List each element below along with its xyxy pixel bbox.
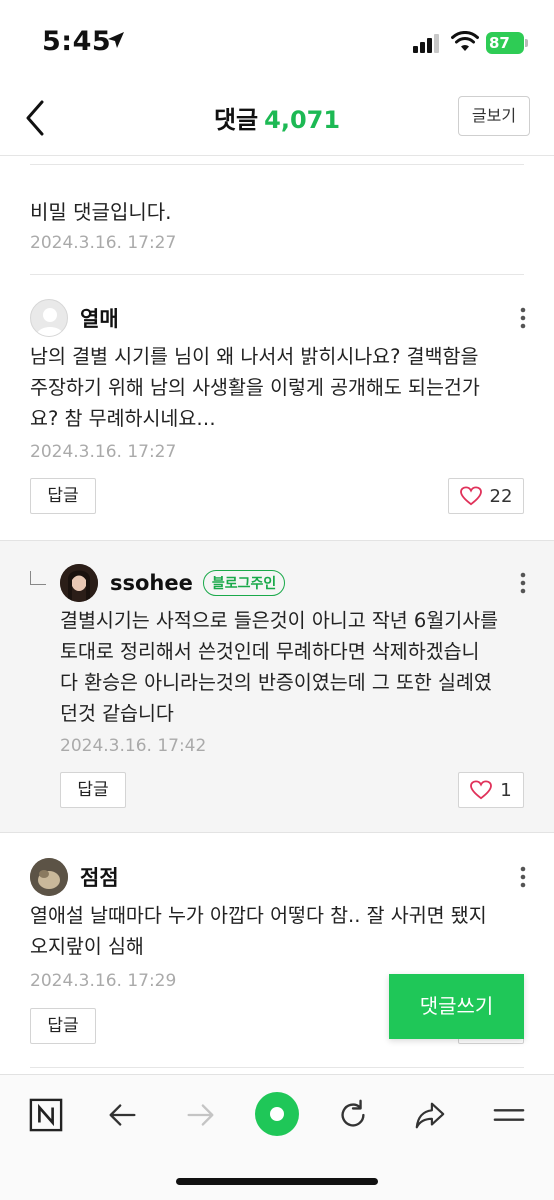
secret-comment-text: 비밀 댓글입니다. [30,200,172,224]
menu-icon[interactable] [489,1095,529,1135]
comment-author[interactable]: 열매 [80,303,119,333]
comment-date: 2024.3.16. 17:27 [30,233,177,253]
forward-arrow-icon [180,1095,220,1135]
comment-header: 점점 [30,858,119,896]
comment-text-line: 오지랖이 심해 [30,935,144,958]
back-arrow-icon[interactable] [103,1095,143,1135]
like-button[interactable]: 1 [458,772,524,808]
wifi-icon [451,31,479,51]
comment-text-line: 주장하기 위해 남의 사생활을 이렇게 공개해도 되는건가 [30,376,480,399]
reply-button[interactable]: 답글 [60,772,126,808]
comment-date: 2024.3.16. 17:42 [60,736,207,756]
comment-count: 4,071 [264,106,341,134]
page-title-label: 댓글 [213,106,259,134]
comment-header: ssohee 블로그주인 [60,564,286,602]
view-post-button[interactable]: 글보기 [458,96,530,136]
profile-photo-icon [60,564,98,602]
location-arrow-icon [108,32,124,48]
share-icon[interactable] [410,1095,450,1135]
write-comment-button[interactable]: 댓글쓰기 [389,974,524,1039]
comment-text-line: 남의 결별 시기를 님이 왜 나서서 밝히시나요? 결백함을 [30,345,479,368]
divider [30,1067,524,1068]
status-bar: 5:45 87 [0,0,554,80]
heart-icon [459,486,482,506]
profile-photo-icon [30,858,68,896]
reply-button[interactable]: 답글 [30,478,96,514]
blog-owner-badge: 블로그주인 [202,570,286,596]
default-user-icon [36,308,64,336]
comment-header: 열매 [30,299,119,337]
comment-date: 2024.3.16. 17:29 [30,971,177,991]
comment-text-line: 요? 참 무례하시네요… [30,407,216,430]
comment-text-line: 결별시기는 사적으로 들은것이 아니고 작년 6월기사를 [60,609,499,632]
home-indicator [176,1178,378,1185]
more-options-icon[interactable] [519,866,527,888]
more-options-icon[interactable] [519,307,527,329]
comment-text-line: 다 환승은 아니라는것의 반증이였는데 그 또한 실례였 [60,671,492,694]
comments-header: 댓글 4,071 글보기 [0,80,554,156]
like-count: 1 [500,779,512,801]
reply-indent-icon [30,571,46,585]
refresh-icon[interactable] [333,1095,373,1135]
avatar[interactable] [60,564,98,602]
reply-button[interactable]: 답글 [30,1008,96,1044]
comment-text: 남의 결별 시기를 님이 왜 나서서 밝히시나요? 결백함을 주장하기 위해 남… [30,341,480,434]
divider [30,164,524,165]
comment-date: 2024.3.16. 17:27 [30,442,177,462]
battery-indicator: 87 [486,32,528,54]
comment-text: 결별시기는 사적으로 들은것이 아니고 작년 6월기사를 토대로 정리해서 쓴것… [60,605,498,729]
avatar[interactable] [30,858,68,896]
comment-text: 열애설 날때마다 누가 아깝다 어떻다 참.. 잘 사귀면 됐지 오지랖이 심해 [30,900,487,962]
divider [30,274,524,275]
naver-n-icon[interactable] [26,1095,66,1135]
more-options-icon[interactable] [519,572,527,594]
like-count: 22 [489,485,513,507]
signal-icon [413,34,439,53]
home-dot-icon[interactable] [254,1091,300,1137]
comment-text-line: 토대로 정리해서 쓴것인데 무례하다면 삭제하겠습니 [60,640,480,663]
avatar[interactable] [30,299,68,337]
comment-author[interactable]: 점점 [80,862,119,892]
comment-text-line: 던것 같습니다 [60,702,174,725]
status-time: 5:45 [42,26,112,57]
comment-text-line: 열애설 날때마다 누가 아깝다 어떻다 참.. 잘 사귀면 됐지 [30,904,487,927]
heart-icon [470,780,493,800]
comment-author[interactable]: ssohee [110,571,193,595]
like-button[interactable]: 22 [448,478,524,514]
